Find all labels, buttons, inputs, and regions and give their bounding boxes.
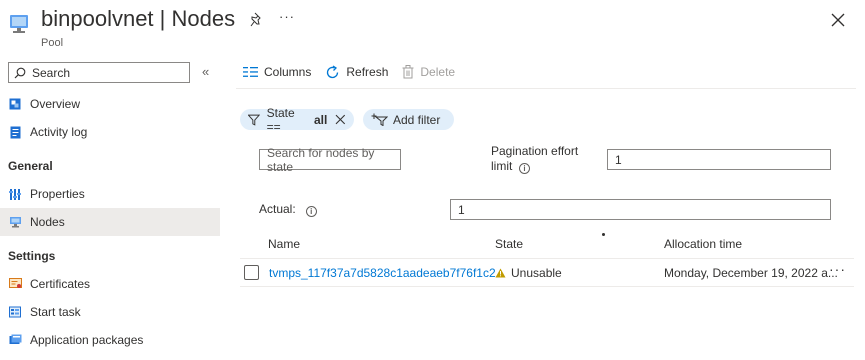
- sidebar-search-placeholder: Search: [32, 65, 71, 80]
- add-filter-button[interactable]: Add filter: [363, 109, 454, 130]
- columns-label: Columns: [264, 65, 312, 79]
- filter-icon: [248, 114, 260, 126]
- sidebar-section-general: General: [8, 159, 53, 173]
- properties-icon: [8, 187, 22, 201]
- actual-input[interactable]: 1: [450, 199, 831, 220]
- add-filter-icon: [371, 113, 388, 126]
- column-header-allocation-time[interactable]: Allocation time: [664, 237, 742, 251]
- sidebar-item-label: Nodes: [30, 215, 65, 229]
- sidebar-item-overview[interactable]: Overview: [0, 90, 220, 118]
- sidebar-item-activity-log[interactable]: Activity log: [0, 118, 220, 146]
- column-header-state[interactable]: State: [495, 237, 523, 251]
- warning-icon: [495, 268, 506, 278]
- pagination-effort-input[interactable]: 1: [607, 149, 831, 170]
- page-title: binpoolvnet | Nodes: [41, 6, 236, 31]
- certificate-icon: [8, 277, 22, 291]
- pin-icon[interactable]: [250, 12, 264, 28]
- sidebar-item-application-packages[interactable]: Application packages: [0, 326, 220, 354]
- add-filter-label: Add filter: [393, 112, 441, 127]
- application-packages-icon: [8, 333, 22, 347]
- start-task-icon: [8, 305, 22, 319]
- page-subtitle: Pool: [41, 37, 64, 49]
- overview-icon: [8, 97, 22, 111]
- sidebar-item-label: Properties: [30, 187, 85, 201]
- sidebar-item-nodes[interactable]: Nodes: [0, 208, 220, 236]
- nodes-icon: [8, 215, 22, 229]
- columns-button[interactable]: Columns: [243, 65, 311, 79]
- actual-label: Actual:: [259, 202, 296, 216]
- node-name-link[interactable]: tvmps_117f37a7d5828c1aadeaeb7f76f1c2...: [269, 266, 506, 280]
- more-options-button[interactable]: ···: [279, 9, 295, 24]
- activity-log-icon: [8, 125, 22, 139]
- header-divider: [240, 258, 854, 259]
- delete-label: Delete: [420, 65, 456, 79]
- info-icon[interactable]: i: [305, 206, 317, 217]
- node-allocation-time: Monday, December 19, 2022 a...: [664, 266, 838, 280]
- refresh-button[interactable]: Refresh: [325, 64, 389, 80]
- state-filter-value: all: [313, 112, 328, 127]
- batch-pool-icon: [10, 15, 28, 33]
- column-header-name[interactable]: Name: [268, 237, 300, 251]
- pagination-label-line2: limit: [491, 159, 513, 173]
- toolbar-divider: [236, 88, 856, 89]
- search-icon: [14, 67, 26, 78]
- row-divider: [240, 286, 854, 287]
- pagination-label-line1: Pagination effort: [491, 144, 579, 158]
- sidebar-item-label: Certificates: [30, 277, 91, 291]
- refresh-icon: [327, 64, 339, 78]
- pagination-effort-label: Pagination effort limit i: [491, 144, 578, 174]
- node-state-cell: Unusable: [495, 266, 562, 280]
- sidebar-item-label: Overview: [30, 97, 81, 111]
- column-resize-handle[interactable]: [602, 233, 605, 236]
- sidebar-item-label: Start task: [30, 305, 81, 319]
- row-checkbox[interactable]: [244, 265, 259, 280]
- row-more-button[interactable]: ···: [829, 261, 846, 277]
- sidebar-item-label: Application packages: [30, 333, 144, 347]
- remove-filter-icon[interactable]: [335, 114, 346, 125]
- sidebar-item-label: Activity log: [30, 125, 88, 139]
- actual-label-group: Actual: i: [259, 202, 317, 217]
- collapse-sidebar-button[interactable]: «: [202, 64, 209, 79]
- close-icon[interactable]: [830, 12, 846, 28]
- command-bar: Columns Refresh Delete: [243, 62, 469, 82]
- node-state-search-input[interactable]: Search for nodes by state: [259, 146, 401, 174]
- info-icon[interactable]: i: [519, 163, 530, 174]
- refresh-label: Refresh: [346, 65, 389, 79]
- state-filter-prefix: State ==: [266, 105, 295, 134]
- columns-icon: [243, 67, 258, 77]
- sidebar-item-properties[interactable]: Properties: [0, 180, 220, 208]
- state-filter-pill[interactable]: State == all: [240, 106, 354, 134]
- sidebar-section-settings: Settings: [8, 249, 56, 263]
- sidebar-item-start-task[interactable]: Start task: [0, 298, 220, 326]
- delete-button[interactable]: Delete: [402, 65, 455, 79]
- sidebar-search-input[interactable]: Search: [8, 62, 190, 83]
- sidebar-item-certificates[interactable]: Certificates: [0, 270, 220, 298]
- node-state-text: Unusable: [511, 266, 562, 280]
- trash-icon: [402, 65, 414, 79]
